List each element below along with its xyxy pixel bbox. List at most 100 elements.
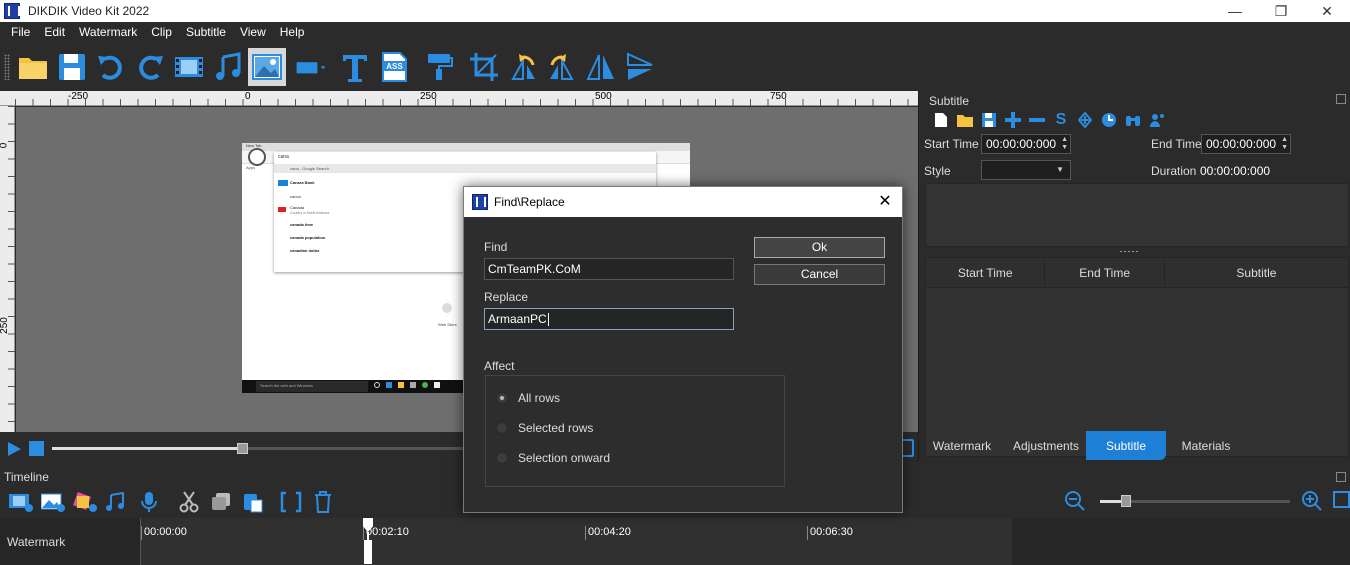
- radio-selected-rows[interactable]: Selected rows: [496, 421, 593, 435]
- menu-watermark[interactable]: Watermark: [72, 22, 144, 43]
- start-time-input[interactable]: 00:00:00:000 ▲ ▼: [981, 134, 1071, 154]
- preview-suggestion: canada population: [290, 235, 326, 240]
- crop-icon[interactable]: [465, 48, 503, 86]
- find-input[interactable]: CmTeamPK.CoM: [484, 258, 734, 280]
- save-icon[interactable]: [977, 111, 1001, 129]
- menu-file[interactable]: File: [4, 22, 37, 43]
- tab-watermark[interactable]: Watermark: [918, 431, 1006, 460]
- ruler-label: 0: [0, 143, 9, 149]
- end-time-value: 00:00:00:000: [1206, 137, 1277, 151]
- clock-icon[interactable]: [1097, 111, 1121, 129]
- play-icon[interactable]: [6, 441, 22, 460]
- redo-icon[interactable]: [131, 48, 169, 86]
- close-icon[interactable]: ✕: [1304, 0, 1350, 22]
- radio-selection-onward[interactable]: Selection onward: [496, 451, 610, 465]
- add-shape-icon[interactable]: [287, 48, 335, 86]
- add-ass-subtitle-icon[interactable]: ASS: [375, 48, 413, 86]
- menu-view[interactable]: View: [233, 22, 273, 43]
- save-icon[interactable]: [53, 48, 91, 86]
- column-header-start-time[interactable]: Start Time: [926, 258, 1046, 287]
- window-title: DIKDIK Video Kit 2022: [28, 4, 150, 18]
- timeline-float-icon[interactable]: [1336, 472, 1346, 482]
- rotate-left-icon[interactable]: [504, 48, 542, 86]
- stop-icon[interactable]: [29, 441, 44, 456]
- undo-icon[interactable]: [92, 48, 130, 86]
- chevron-down-icon: ▼: [1056, 165, 1064, 174]
- radio-label: All rows: [518, 391, 561, 405]
- splitter-handle[interactable]: [1119, 250, 1139, 253]
- preview-suggestion: canva: [290, 194, 301, 199]
- end-time-input[interactable]: 00:00:00:000 ▲ ▼: [1201, 134, 1291, 154]
- add-video-icon[interactable]: [170, 48, 208, 86]
- zoom-slider-handle[interactable]: [1121, 495, 1131, 507]
- subtitle-panel: Subtitle S Start Time 00:00:00:000 ▲ ▼ En…: [918, 91, 1350, 461]
- subtitle-grid[interactable]: Start Time End Time Subtitle: [925, 257, 1349, 457]
- preview-tab-label: New Tab: [246, 143, 262, 148]
- paste-icon[interactable]: [238, 488, 268, 516]
- open-folder-icon[interactable]: [953, 111, 977, 129]
- add-video-track-icon[interactable]: [6, 488, 36, 516]
- column-header-end-time[interactable]: End Time: [1045, 258, 1165, 287]
- speaker-icon[interactable]: [1145, 111, 1169, 129]
- replace-label: Replace: [484, 290, 529, 304]
- subtitle-text-box[interactable]: [925, 183, 1349, 247]
- add-effect-track-icon[interactable]: [70, 488, 100, 516]
- add-audio-track-icon[interactable]: [102, 488, 132, 516]
- add-image-icon[interactable]: [248, 48, 286, 86]
- timecode: 00:06:30: [807, 526, 853, 540]
- radio-all-rows[interactable]: All rows: [496, 391, 560, 405]
- add-icon[interactable]: [1001, 111, 1025, 129]
- copy-icon[interactable]: [206, 488, 236, 516]
- zoom-in-icon[interactable]: [1301, 490, 1323, 515]
- zoom-out-icon[interactable]: [1064, 490, 1086, 515]
- replace-input[interactable]: ArmaanPC: [484, 308, 734, 330]
- add-text-icon[interactable]: [336, 48, 374, 86]
- rotate-right-icon[interactable]: [543, 48, 581, 86]
- close-icon[interactable]: ✕: [876, 193, 894, 211]
- delete-icon[interactable]: [308, 488, 338, 516]
- column-header-subtitle[interactable]: Subtitle: [1165, 258, 1348, 287]
- cut-icon[interactable]: [174, 488, 204, 516]
- minimize-icon[interactable]: —: [1212, 0, 1258, 22]
- tab-materials[interactable]: Materials: [1166, 431, 1246, 460]
- preview-suggestion-sub: Country in North America: [290, 211, 330, 215]
- add-image-track-icon[interactable]: [38, 488, 68, 516]
- subtitle-s-icon[interactable]: S: [1049, 111, 1073, 129]
- style-select[interactable]: ▼: [981, 160, 1071, 180]
- timeline-title: Timeline: [4, 470, 49, 484]
- cancel-button[interactable]: Cancel: [754, 264, 885, 285]
- record-voice-icon[interactable]: [134, 488, 164, 516]
- radio-button[interactable]: [496, 392, 508, 404]
- flip-vertical-icon[interactable]: [621, 48, 659, 86]
- radio-button[interactable]: [496, 452, 508, 464]
- timeline-ruler[interactable]: 00:00:00 00:02:10 00:04:20 00:06:30: [140, 518, 1012, 565]
- new-file-icon[interactable]: [929, 111, 953, 129]
- open-folder-icon[interactable]: [14, 48, 52, 86]
- flip-horizontal-icon[interactable]: [582, 48, 620, 86]
- menu-clip[interactable]: Clip: [144, 22, 179, 43]
- radio-button[interactable]: [496, 422, 508, 434]
- fit-timeline-icon[interactable]: [1333, 490, 1350, 515]
- menu-help[interactable]: Help: [273, 22, 312, 43]
- affect-label: Affect: [484, 359, 515, 373]
- end-time-label: End Time: [1151, 137, 1202, 151]
- tab-adjustments[interactable]: Adjustments: [1006, 431, 1086, 460]
- playback-slider-handle[interactable]: [237, 443, 248, 454]
- format-painter-icon[interactable]: [420, 48, 458, 86]
- add-music-icon[interactable]: [209, 48, 247, 86]
- playhead[interactable]: [363, 518, 373, 564]
- shift-icon[interactable]: [1073, 111, 1097, 129]
- panel-float-icon[interactable]: [1336, 94, 1346, 104]
- split-icon[interactable]: [276, 488, 306, 516]
- remove-icon[interactable]: [1025, 111, 1049, 129]
- affect-group: All rows Selected rows Selection onward: [485, 375, 785, 487]
- ok-button[interactable]: Ok: [754, 237, 885, 258]
- restore-icon[interactable]: ❐: [1258, 0, 1304, 22]
- find-binoculars-icon[interactable]: [1121, 111, 1145, 129]
- menu-subtitle[interactable]: Subtitle: [179, 22, 233, 43]
- tab-subtitle[interactable]: Subtitle: [1086, 431, 1166, 460]
- ruler-label: -250: [68, 91, 89, 102]
- menu-edit[interactable]: Edit: [37, 22, 72, 43]
- toolbar-grip[interactable]: [4, 54, 10, 80]
- preview-suggestion: Canada: [290, 205, 305, 210]
